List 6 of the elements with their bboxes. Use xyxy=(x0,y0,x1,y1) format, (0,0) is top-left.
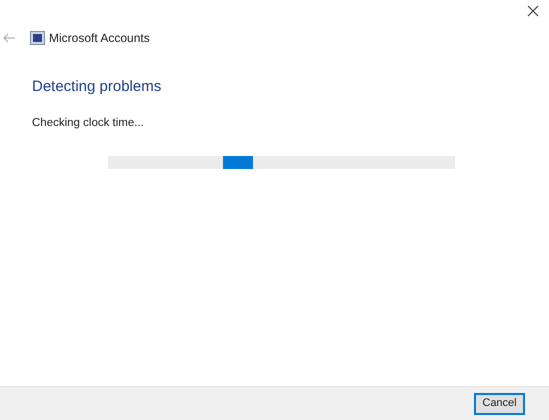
app-icon xyxy=(30,31,45,45)
window-title: Microsoft Accounts xyxy=(49,30,150,47)
cancel-button[interactable]: Cancel xyxy=(474,392,525,414)
status-text: Checking clock time... xyxy=(32,116,145,130)
page-heading: Detecting problems xyxy=(32,77,162,97)
close-icon[interactable] xyxy=(527,5,539,17)
